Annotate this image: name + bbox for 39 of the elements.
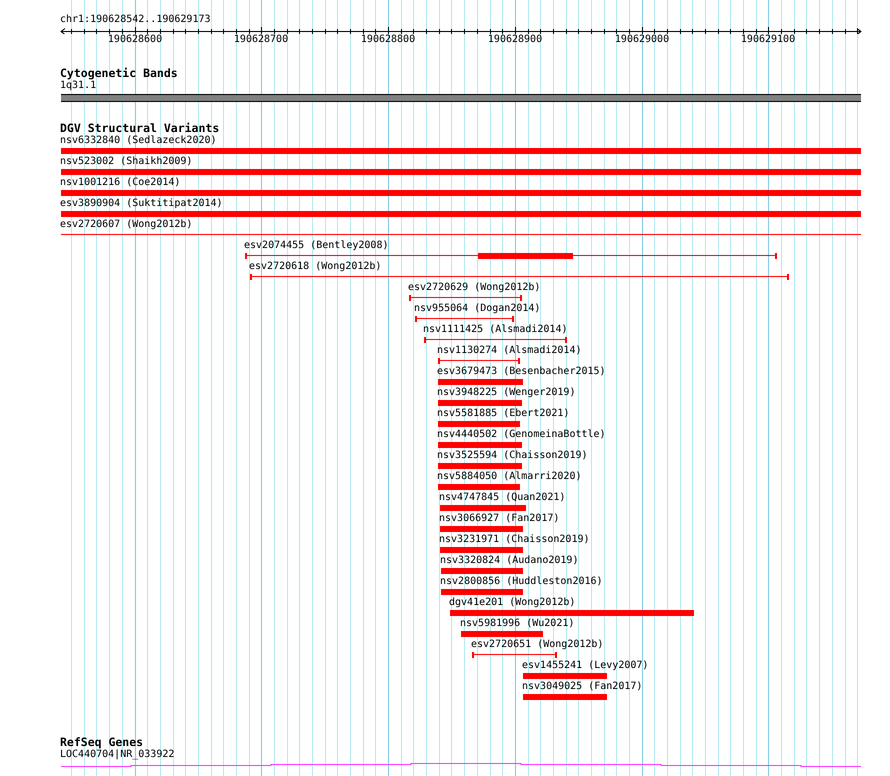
feature-label: esv2074455 (Bentley2008): [244, 240, 388, 252]
feature-label: nsv3231971 (Chaisson2019): [439, 534, 590, 546]
tick-label: 190629000: [614, 34, 670, 46]
feature-label: nsv955064 (Dogan2014): [414, 303, 540, 315]
feature-label: nsv5981996 (Wu2021): [460, 618, 574, 630]
feature-label: nsv4747845 (Quan2021): [439, 492, 566, 504]
tick-label: 190628700: [234, 34, 288, 46]
feature-label: esv2720618 (Wong2012b): [249, 261, 382, 273]
feature-label: LOC440704|NR_033922: [60, 749, 174, 761]
feature-label: dgv41e201 (Wong2012b): [449, 597, 576, 609]
feature-label: 1q31.1: [60, 80, 96, 92]
feature-label: esv1455241 (Levy2007): [522, 660, 648, 672]
feature-label: nsv3320824 (Audano2019): [440, 555, 578, 567]
track-title: RefSeq Genes: [60, 736, 144, 749]
feature-label: nsv1001216 (Coe2014): [60, 177, 180, 189]
feature-label: esv2720629 (Wong2012b): [408, 282, 540, 294]
feature-label: nsv5581885 (Ebert2021): [437, 408, 570, 420]
feature-label: esv3679473 (Besenbacher2015): [437, 366, 606, 378]
feature-label: nsv3066927 (Fan2017): [439, 513, 560, 525]
range-label: chr1:190628542..190629173: [60, 14, 211, 26]
feature-label: nsv523002 (Shaikh2009): [60, 156, 192, 168]
feature-label: nsv6332840 (Sedlazeck2020): [60, 135, 217, 147]
tick-label: 190628600: [108, 34, 162, 46]
tick-label: 190628800: [360, 34, 416, 46]
feature-label: nsv3948225 (Wenger2019): [437, 387, 576, 399]
feature-label: esv2720607 (Wong2012b): [60, 219, 192, 231]
feature-label: nsv1130274 (Alsmadi2014): [437, 345, 582, 357]
track-title: DGV Structural Variants: [60, 122, 220, 135]
tick-label: 190629100: [740, 34, 796, 46]
feature-label: nsv3525594 (Chaisson2019): [437, 450, 588, 462]
feature-label: nsv5884050 (Almarri2020): [437, 471, 582, 483]
tick-label: 190628900: [488, 34, 542, 46]
feature-label: esv2720651 (Wong2012b): [471, 639, 604, 651]
feature-label: nsv1111425 (Alsmadi2014): [423, 324, 568, 336]
feature-label: nsv4440502 (GenomeinaBottle): [437, 429, 606, 441]
feature-label: nsv3049025 (Fan2017): [522, 681, 642, 693]
feature-label: nsv2800856 (Huddleston2016): [440, 576, 603, 588]
feature-label: esv3890904 (Suktitipat2014): [60, 198, 223, 210]
track-title: Cytogenetic Bands: [60, 67, 178, 80]
